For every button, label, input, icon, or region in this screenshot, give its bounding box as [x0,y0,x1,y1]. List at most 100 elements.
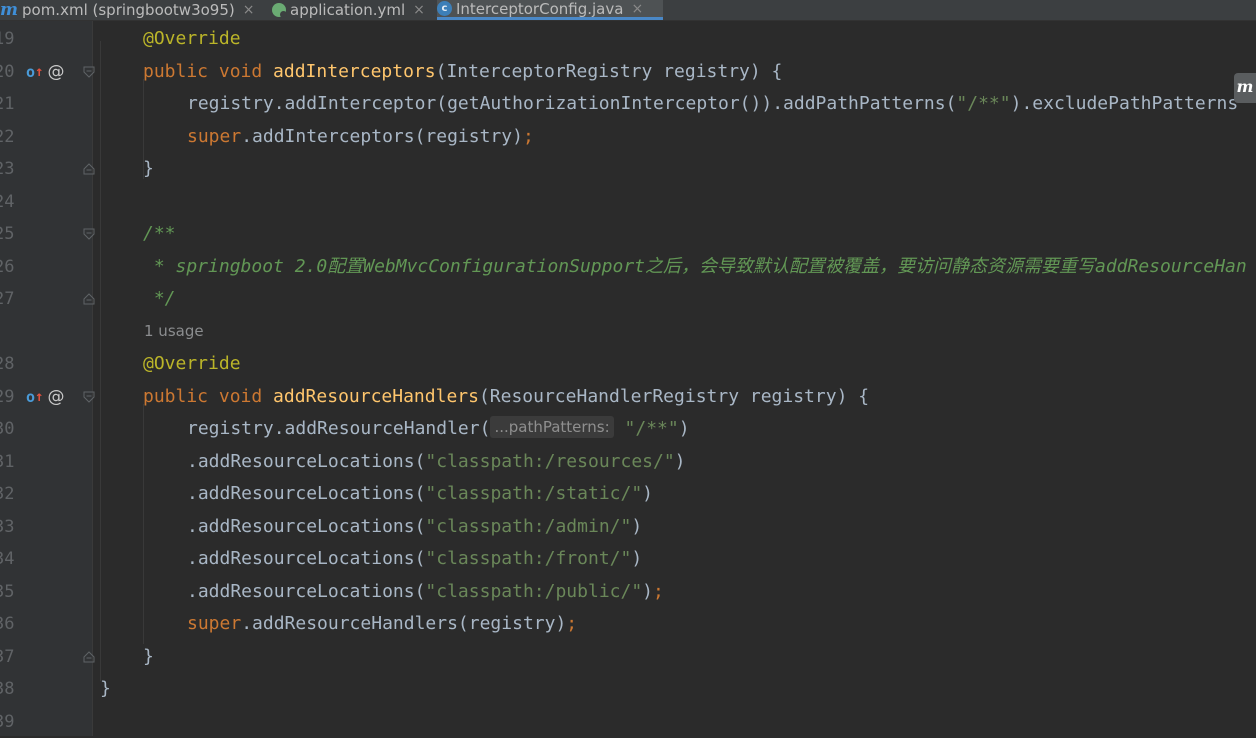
line-number: 26 [0,257,15,277]
line-number: 35 [0,582,15,602]
semicolon: ; [566,613,578,634]
code-line-25[interactable]: /** [143,218,176,250]
code-text: ) [642,483,654,504]
line-number: 27 [0,289,15,309]
annotation-at-icon[interactable]: @ [47,381,64,413]
spring-yml-icon [272,3,287,18]
code-line-23[interactable]: } [143,153,154,185]
code-line-32[interactable]: .addResourceLocations("classpath:/static… [187,478,653,510]
line-number: 25 [0,224,15,244]
overrides-method-icon[interactable]: o [26,381,35,413]
maven-icon: m [0,0,18,20]
tab-label: pom.xml (springbootw3o95) [22,1,235,19]
overrides-method-icon[interactable]: o [26,56,35,88]
code-line-38[interactable]: } [100,673,111,705]
code-text: ) [631,516,643,537]
line-number: 20 [0,62,15,82]
editor-tab-bar: m pom.xml (springbootw3o95) × applicatio… [0,0,1256,21]
line-number: 29 [0,387,15,407]
code-line-30[interactable]: registry.addResourceHandler(...pathPatte… [187,413,690,445]
line-number: 37 [0,647,15,667]
annotation: @Override [143,353,241,374]
line-number: 19 [0,29,15,49]
close-icon[interactable]: × [631,1,643,17]
line-number: 32 [0,484,15,504]
line-number: 34 [0,549,15,569]
gutter-markers: o ↑ @ [26,381,64,413]
code-text: ).excludePathPatterns [1010,93,1239,114]
code-line-33[interactable]: .addResourceLocations("classpath:/admin/… [187,511,642,543]
method-name: addResourceHandlers [273,386,479,407]
method-name: addInterceptors [273,61,436,82]
comment: * springboot 2.0配置WebMvcConfigurationSup… [143,256,1247,277]
code-line-20[interactable]: public void addInterceptors(InterceptorR… [143,56,782,88]
code-line-27[interactable]: */ [143,283,176,315]
tab-interceptor-config-java[interactable]: c InterceptorConfig.java × [437,0,663,20]
overrides-arrow-icon[interactable]: ↑ [35,381,43,413]
line-number: 33 [0,517,15,537]
gutter-markers: o ↑ @ [26,56,64,88]
code-text: ) [674,451,686,472]
line-number: 22 [0,127,15,147]
line-number: 31 [0,452,15,472]
string-literal: "/**" [956,93,1011,114]
editor-gutter[interactable]: 19 20 o↑ @ 21 22 23 24 25 26 27 28 29 o↑… [0,21,95,736]
code-line-26[interactable]: * springboot 2.0配置WebMvcConfigurationSup… [143,251,1247,283]
code-line-34[interactable]: .addResourceLocations("classpath:/front/… [187,543,642,575]
usage-hint[interactable]: 1 usage [144,322,204,340]
code-line-35[interactable]: .addResourceLocations("classpath:/public… [187,576,664,608]
code-text: (ResourceHandlerRegistry registry) { [478,386,870,407]
code-line-31[interactable]: .addResourceLocations("classpath:/resour… [187,446,686,478]
tab-pom-xml[interactable]: m pom.xml (springbootw3o95) × [0,0,254,20]
semicolon: ; [653,581,664,602]
line-number: 39 [0,712,15,732]
indent-guide [143,404,144,644]
code-line-28[interactable]: @Override [143,348,241,380]
line-number: 23 [0,159,15,179]
code-text: ) [631,548,643,569]
code-line-22[interactable]: super.addInterceptors(registry); [187,121,534,153]
code-line-29[interactable]: public void addResourceHandlers(Resource… [143,381,869,413]
keyword: super [187,613,242,634]
line-number: 36 [0,614,15,634]
code-line-36[interactable]: super.addResourceHandlers(registry); [187,608,577,640]
semicolon: ; [522,126,534,147]
annotation: @Override [143,28,241,49]
code-line-37[interactable]: } [143,641,154,673]
code-line-19[interactable]: @Override [143,23,241,55]
code-text: } [143,158,154,179]
line-number: 21 [0,94,15,114]
code-text: registry.addInterceptor(getAuthorization… [187,93,957,114]
annotation-at-icon[interactable]: @ [47,56,64,88]
code-text: registry.addResourceHandler( [187,418,491,439]
tab-label: application.yml [290,1,406,19]
keyword: public void [143,386,274,407]
string-literal: "classpath:/public/" [425,581,643,602]
parameter-hint: ...pathPatterns: [490,416,614,438]
line-number: 38 [0,679,15,699]
code-line-21[interactable]: registry.addInterceptor(getAuthorization… [187,88,1238,120]
code-text: ) [678,418,690,439]
string-literal: "/**" [624,418,679,439]
line-number: 30 [0,419,15,439]
code-text: } [100,678,111,699]
close-icon[interactable]: × [243,2,255,18]
code-text: } [143,646,154,667]
code-text: .addResourceHandlers(registry) [241,613,567,634]
keyword: public void [143,61,274,82]
comment: */ [143,288,176,309]
tab-application-yml[interactable]: application.yml × [272,0,425,20]
java-class-icon: c [437,1,452,16]
code-text: (InterceptorRegistry registry) { [435,61,783,82]
tab-label: InterceptorConfig.java [456,0,624,18]
indent-guide [100,41,101,681]
code-text: .addResourceLocations( [187,548,426,569]
maven-reload-icon[interactable]: m [1234,73,1256,103]
comment: /** [143,223,176,244]
line-number: 28 [0,354,15,374]
close-icon[interactable]: × [413,2,425,18]
string-literal: "classpath:/front/" [425,548,632,569]
code-text: .addResourceLocations( [187,483,426,504]
overrides-arrow-icon[interactable]: ↑ [35,56,43,88]
code-editor[interactable]: @Override public void addInterceptors(In… [93,21,1256,736]
